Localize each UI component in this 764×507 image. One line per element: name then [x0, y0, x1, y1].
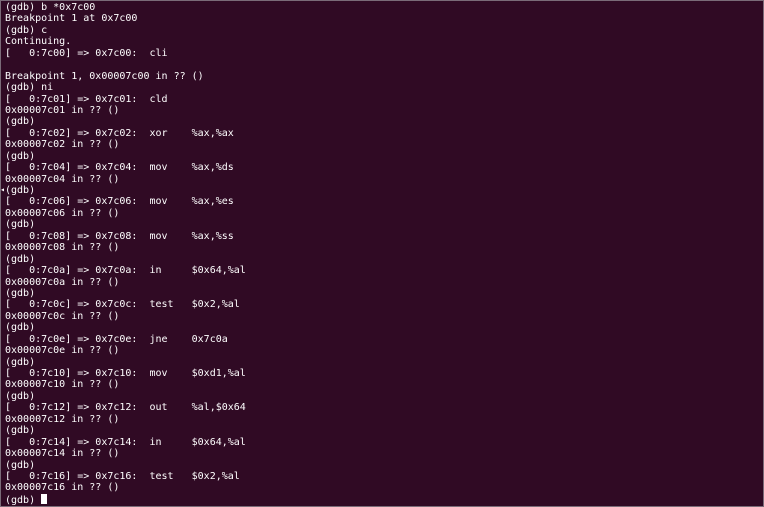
terminal-line: (gdb)	[5, 116, 36, 128]
terminal-line: (gdb)	[5, 322, 36, 334]
terminal-line: 0x00007c12 in ?? ()	[5, 413, 120, 425]
terminal-line: (gdb)	[5, 287, 36, 299]
text-cursor	[41, 493, 48, 504]
terminal-line: [ 0:7c0a] => 0x7c0a: in $0x64,%al	[5, 265, 246, 277]
terminal-line: Breakpoint 1 at 0x7c00	[5, 13, 138, 25]
terminal-line: (gdb)	[5, 425, 36, 437]
terminal-line: [ 0:7c01] => 0x7c01: cld	[5, 93, 168, 105]
terminal-line: 0x00007c0c in ?? ()	[5, 310, 120, 322]
terminal-line: (gdb) c	[5, 24, 48, 36]
terminal-line: 0x00007c0e in ?? ()	[5, 345, 120, 357]
terminal-line: Continuing.	[5, 36, 72, 48]
terminal-line: 0x00007c16 in ?? ()	[5, 482, 120, 494]
terminal-line: (gdb) ni	[5, 82, 54, 94]
terminal-line: [ 0:7c04] => 0x7c04: mov %ax,%ds	[5, 162, 234, 174]
terminal-line: (gdb)	[5, 185, 36, 196]
terminal-line: [ 0:7c16] => 0x7c16: test $0x2,%al	[5, 470, 240, 482]
terminal-line: (gdb) b *0x7c00	[5, 2, 96, 13]
terminal-line: [ 0:7c12] => 0x7c12: out %al,$0x64	[5, 402, 246, 414]
terminal-window[interactable]: ◂ (gdb) b *0x7c00 Breakpoint 1 at 0x7c00…	[0, 0, 764, 507]
terminal-line: 0x00007c06 in ?? ()	[5, 207, 120, 219]
terminal-line: [ 0:7c08] => 0x7c08: mov %ax,%ss	[5, 230, 234, 242]
terminal-line: [ 0:7c0c] => 0x7c0c: test $0x2,%al	[5, 299, 240, 311]
terminal-line: 0x00007c01 in ?? ()	[5, 104, 120, 116]
terminal-line: [ 0:7c14] => 0x7c14: in $0x64,%al	[5, 436, 246, 448]
gdb-prompt: (gdb)	[5, 494, 42, 506]
terminal-line: (gdb)	[5, 459, 36, 471]
prompt-line[interactable]: (gdb)	[5, 493, 759, 506]
terminal-line: 0x00007c02 in ?? ()	[5, 139, 120, 151]
terminal-line: 0x00007c14 in ?? ()	[5, 448, 120, 460]
terminal-output: (gdb) b *0x7c00 Breakpoint 1 at 0x7c00 (…	[5, 2, 759, 505]
terminal-line: [ 0:7c00] => 0x7c00: cli	[5, 47, 168, 59]
scroll-marker-icon: ◂	[1, 185, 4, 194]
terminal-line: (gdb)	[5, 356, 36, 368]
terminal-line: [ 0:7c0e] => 0x7c0e: jne 0x7c0a	[5, 333, 228, 345]
terminal-line: [ 0:7c10] => 0x7c10: mov $0xd1,%al	[5, 368, 246, 379]
terminal-line: 0x00007c10 in ?? ()	[5, 379, 120, 391]
terminal-line: (gdb)	[5, 219, 36, 231]
terminal-line: [ 0:7c06] => 0x7c06: mov %ax,%es	[5, 196, 234, 208]
terminal-line: (gdb)	[5, 390, 36, 402]
terminal-line: 0x00007c0a in ?? ()	[5, 276, 120, 288]
terminal-line: 0x00007c04 in ?? ()	[5, 173, 120, 185]
terminal-line: [ 0:7c02] => 0x7c02: xor %ax,%ax	[5, 127, 234, 139]
terminal-line: (gdb)	[5, 150, 36, 162]
terminal-line: Breakpoint 1, 0x00007c00 in ?? ()	[5, 70, 204, 82]
terminal-line: 0x00007c08 in ?? ()	[5, 242, 120, 254]
terminal-line: (gdb)	[5, 253, 36, 265]
